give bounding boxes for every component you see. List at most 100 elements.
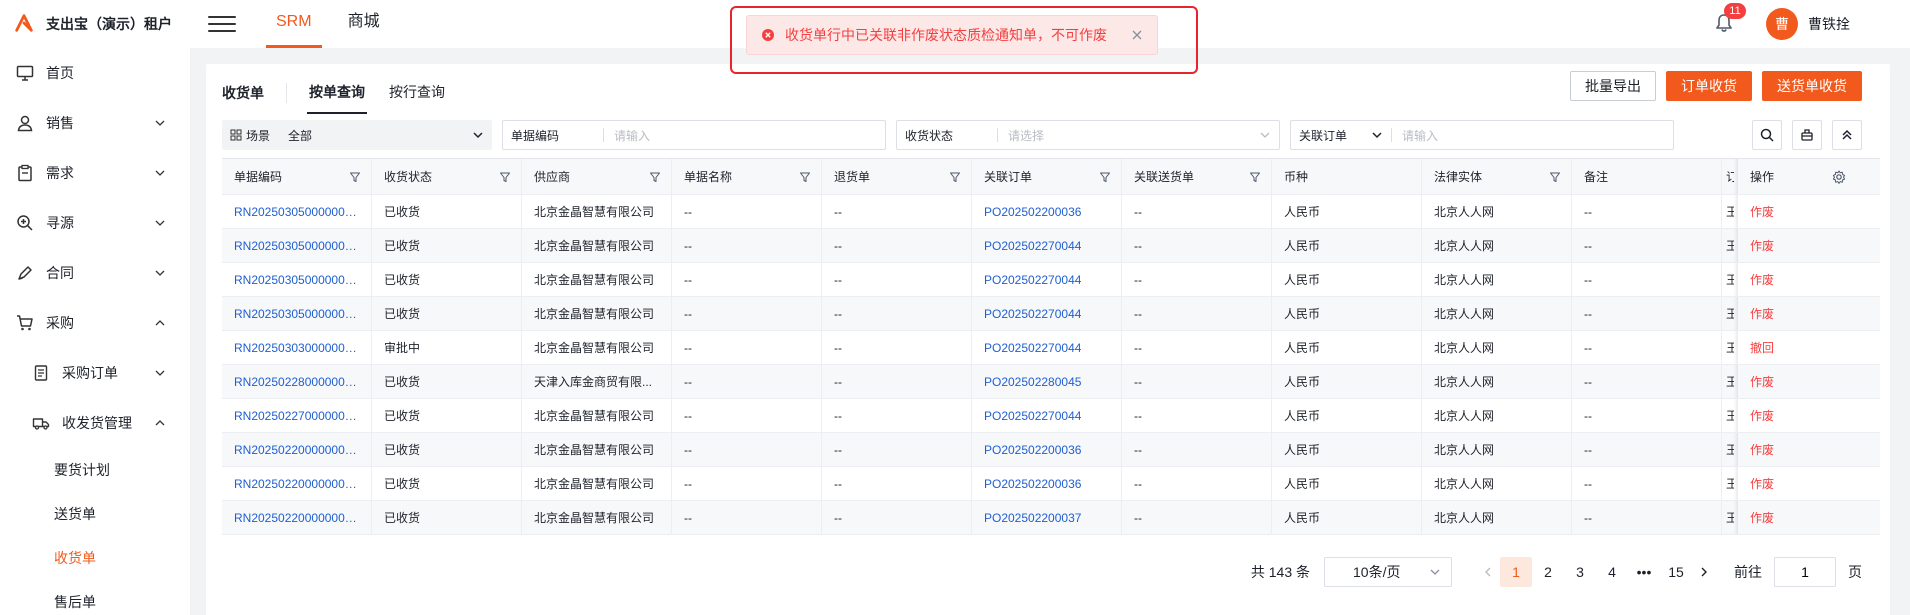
page-button[interactable]: 15 xyxy=(1660,557,1692,587)
table-cell-op[interactable]: 作废 xyxy=(1738,399,1856,432)
collapse-button[interactable] xyxy=(1832,120,1862,150)
status-select[interactable]: 请选择 xyxy=(998,127,1259,144)
table-cell-op[interactable]: 作废 xyxy=(1738,433,1856,466)
sidebar-item-receipt[interactable]: 收货单 xyxy=(0,536,190,580)
withdraw-button[interactable]: 撤回 xyxy=(1750,339,1774,356)
table-cell-code[interactable]: RN2025022800000018... xyxy=(222,365,372,398)
filter-icon[interactable] xyxy=(499,171,511,183)
filter-icon[interactable] xyxy=(949,171,961,183)
page-button[interactable]: 3 xyxy=(1564,557,1596,587)
menu-toggle-icon[interactable] xyxy=(208,11,236,37)
table-row[interactable]: RN2025022700000017... 已收货 北京金晶智慧有限公司 -- -- PO… xyxy=(222,399,1880,433)
page-size-select[interactable]: 10条/页 xyxy=(1324,557,1452,587)
table-row[interactable]: RN2025022000000016... 已收货 北京金晶智慧有限公司 -- -- PO… xyxy=(222,433,1880,467)
table-cell-code[interactable]: RN2025022000000015... xyxy=(222,467,372,500)
table-cell-order[interactable]: PO202502270044 xyxy=(972,331,1122,364)
table-cell-op[interactable]: 作废 xyxy=(1738,263,1856,296)
table-cell-code[interactable]: RN2025030500000023... xyxy=(222,195,372,228)
table-cell-code[interactable]: RN2025030500000020... xyxy=(222,297,372,330)
tab-by-document[interactable]: 按单查询 xyxy=(307,72,367,114)
next-page-button[interactable] xyxy=(1692,557,1716,587)
table-cell-op[interactable]: 作废 xyxy=(1738,501,1856,534)
table-row[interactable]: RN2025022800000018... 已收货 天津入库金商贸有限... -- --… xyxy=(222,365,1880,399)
table-row[interactable]: RN2025030500000022... 已收货 北京金晶智慧有限公司 -- -- PO… xyxy=(222,229,1880,263)
batch-export-button[interactable]: 批量导出 xyxy=(1570,71,1656,101)
void-button[interactable]: 作废 xyxy=(1750,407,1774,424)
table-cell-order[interactable]: PO202502270044 xyxy=(972,297,1122,330)
table-cell-op[interactable]: 作废 xyxy=(1738,195,1856,228)
page-button[interactable]: 4 xyxy=(1596,557,1628,587)
sidebar-item-purchase[interactable]: 采购 xyxy=(0,298,190,348)
order-input[interactable]: 请输入 xyxy=(1392,127,1673,144)
table-cell-order[interactable]: PO202502270044 xyxy=(972,229,1122,262)
table-cell-op[interactable]: 作废 xyxy=(1738,297,1856,330)
filter-icon[interactable] xyxy=(799,171,811,183)
table-row[interactable]: RN2025030500000021... 已收货 北京金晶智慧有限公司 -- -- PO… xyxy=(222,263,1880,297)
void-button[interactable]: 作废 xyxy=(1750,271,1774,288)
table-cell-code[interactable]: RN2025030500000022... xyxy=(222,229,372,262)
sidebar-item-purchase-order[interactable]: 采购订单 xyxy=(0,348,190,398)
table-cell-code[interactable]: RN2025022000000014... xyxy=(222,501,372,534)
top-nav-mall[interactable]: 商城 xyxy=(338,0,390,48)
void-button[interactable]: 作废 xyxy=(1750,237,1774,254)
table-cell-order[interactable]: PO202502200036 xyxy=(972,467,1122,500)
void-button[interactable]: 作废 xyxy=(1750,475,1774,492)
more-pages-button[interactable]: ••• xyxy=(1628,557,1660,587)
table-row[interactable]: RN2025030500000023... 已收货 北京金晶智慧有限公司 -- -- PO… xyxy=(222,195,1880,229)
sidebar-item-delivery-note[interactable]: 送货单 xyxy=(0,492,190,536)
sidebar-item-sourcing[interactable]: 寻源 xyxy=(0,198,190,248)
table-cell-op[interactable]: 作废 xyxy=(1738,229,1856,262)
void-button[interactable]: 作废 xyxy=(1750,509,1774,526)
sidebar-item-demand[interactable]: 需求 xyxy=(0,148,190,198)
table-cell-op[interactable]: 撤回 xyxy=(1738,331,1856,364)
prev-page-button[interactable] xyxy=(1476,557,1500,587)
sidebar-item-demand-plan[interactable]: 要货计划 xyxy=(0,448,190,492)
table-cell-order[interactable]: PO202502280045 xyxy=(972,365,1122,398)
table-cell-order[interactable]: PO202502270044 xyxy=(972,263,1122,296)
table-cell-order[interactable]: PO202502200036 xyxy=(972,195,1122,228)
table-cell-code[interactable]: RN2025022700000017... xyxy=(222,399,372,432)
sidebar-item-after-sales[interactable]: 售后单 xyxy=(0,580,190,615)
table-cell-op[interactable]: 作废 xyxy=(1738,365,1856,398)
filter-icon[interactable] xyxy=(1549,171,1561,183)
table-cell-op[interactable]: 作废 xyxy=(1738,467,1856,500)
top-nav-srm[interactable]: SRM xyxy=(266,0,322,48)
user-name[interactable]: 曹铁拴 xyxy=(1808,14,1850,34)
order-filter[interactable]: 关联订单 请输入 xyxy=(1290,120,1674,150)
table-cell-code[interactable]: RN2025030500000021... xyxy=(222,263,372,296)
table-row[interactable]: RN2025022000000015... 已收货 北京金晶智慧有限公司 -- -- PO… xyxy=(222,467,1880,501)
table-row[interactable]: RN2025030500000020... 已收货 北京金晶智慧有限公司 -- -- PO… xyxy=(222,297,1880,331)
table-row[interactable]: RN2025022000000014... 已收货 北京金晶智慧有限公司 -- -- PO… xyxy=(222,501,1880,535)
scene-select[interactable]: 场景 全部 xyxy=(222,120,492,150)
filter-icon[interactable] xyxy=(349,171,361,183)
filter-icon[interactable] xyxy=(1099,171,1111,183)
clear-button[interactable] xyxy=(1792,120,1822,150)
order-receive-button[interactable]: 订单收货 xyxy=(1666,71,1752,101)
table-cell-order[interactable]: PO202502270044 xyxy=(972,399,1122,432)
table-cell-code[interactable]: RN2025022000000016... xyxy=(222,433,372,466)
logo[interactable]: 支出宝（演示）租户 xyxy=(0,12,190,36)
page-button[interactable]: 2 xyxy=(1532,557,1564,587)
table-row[interactable]: RN2025030300000019... 审批中 北京金晶智慧有限公司 -- -- PO… xyxy=(222,331,1880,365)
doc-code-filter[interactable]: 单据编码 请输入 xyxy=(502,120,886,150)
tab-by-line[interactable]: 按行查询 xyxy=(387,72,447,114)
notification-bell-icon[interactable]: 11 xyxy=(1714,3,1746,35)
delivery-receive-button[interactable]: 送货单收货 xyxy=(1762,71,1862,101)
search-button[interactable] xyxy=(1752,120,1782,150)
page-button[interactable]: 1 xyxy=(1500,557,1532,587)
table-cell-order[interactable]: PO202502200037 xyxy=(972,501,1122,534)
table-cell-code[interactable]: RN2025030300000019... xyxy=(222,331,372,364)
avatar[interactable]: 曹 xyxy=(1766,8,1798,40)
filter-icon[interactable] xyxy=(1249,171,1261,183)
table-cell-order[interactable]: PO202502200036 xyxy=(972,433,1122,466)
close-icon[interactable] xyxy=(1131,29,1143,41)
sidebar-item-home[interactable]: 首页 xyxy=(0,48,190,98)
void-button[interactable]: 作废 xyxy=(1750,441,1774,458)
sidebar-item-sales[interactable]: 销售 xyxy=(0,98,190,148)
sidebar-item-shipping[interactable]: 收发货管理 xyxy=(0,398,190,448)
goto-page-input[interactable] xyxy=(1774,557,1836,587)
doc-code-input[interactable]: 请输入 xyxy=(604,127,885,144)
filter-icon[interactable] xyxy=(649,171,661,183)
void-button[interactable]: 作废 xyxy=(1750,373,1774,390)
sidebar-item-contract[interactable]: 合同 xyxy=(0,248,190,298)
